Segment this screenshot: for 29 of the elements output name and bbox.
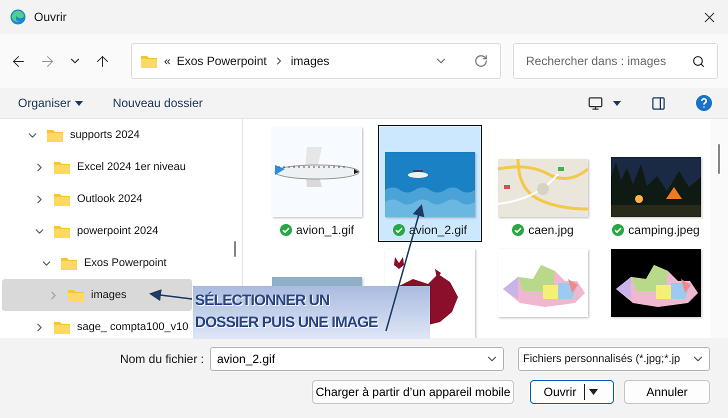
tree-item[interactable]: powerpoint 2024	[2, 215, 192, 247]
tree-item[interactable]: Exos Powerpoint	[2, 247, 192, 279]
search-field[interactable]: Rechercher dans : images	[524, 53, 692, 69]
file-name: caen.jpg	[528, 223, 574, 237]
filename-label: Nom du fichier :	[120, 352, 204, 366]
file-name: avion_1.gif	[296, 223, 354, 237]
tree-item[interactable]: supports 2024	[2, 119, 192, 151]
organize-button[interactable]: Organiser	[18, 96, 83, 110]
file-item[interactable]: caen.jpg	[491, 125, 595, 242]
instruction-tooltip: SÉLECTIONNER UN DOSSIER PUIS UNE IMAGE	[193, 286, 430, 339]
file-item[interactable]: avion_1.gif	[265, 125, 369, 242]
window-title: Ouvrir	[34, 10, 68, 24]
open-button[interactable]: Ouvrir	[530, 380, 614, 404]
tree-item[interactable]: images	[2, 279, 192, 311]
cancel-button[interactable]: Annuler	[624, 380, 710, 404]
tree-item[interactable]: sage_ compta100_v10	[2, 311, 192, 338]
file-name: camping.jpeg	[628, 223, 700, 237]
tree-item[interactable]: Excel 2024 1er niveau	[2, 151, 192, 183]
upload-from-mobile-button[interactable]: Charger à partir d’un appareil mobile	[312, 380, 514, 404]
new-folder-button[interactable]: Nouveau dossier	[112, 96, 203, 110]
address-bar[interactable]: « Exos Powerpoint images	[131, 43, 501, 79]
search-box[interactable]: Rechercher dans : images	[513, 43, 718, 79]
filename-combo[interactable]: avion_2.gif	[210, 347, 504, 371]
file-item[interactable]: camping.jpeg	[604, 125, 708, 242]
file-type-dropdown[interactable]: Fichiers personnalisés (*.jpg;*.jp	[518, 347, 710, 371]
breadcrumb[interactable]: Exos Powerpoint	[176, 54, 267, 68]
tree-item[interactable]: Outlook 2024	[2, 183, 192, 215]
breadcrumb[interactable]: images	[290, 54, 330, 68]
overflow-chevrons[interactable]: «	[164, 54, 171, 68]
